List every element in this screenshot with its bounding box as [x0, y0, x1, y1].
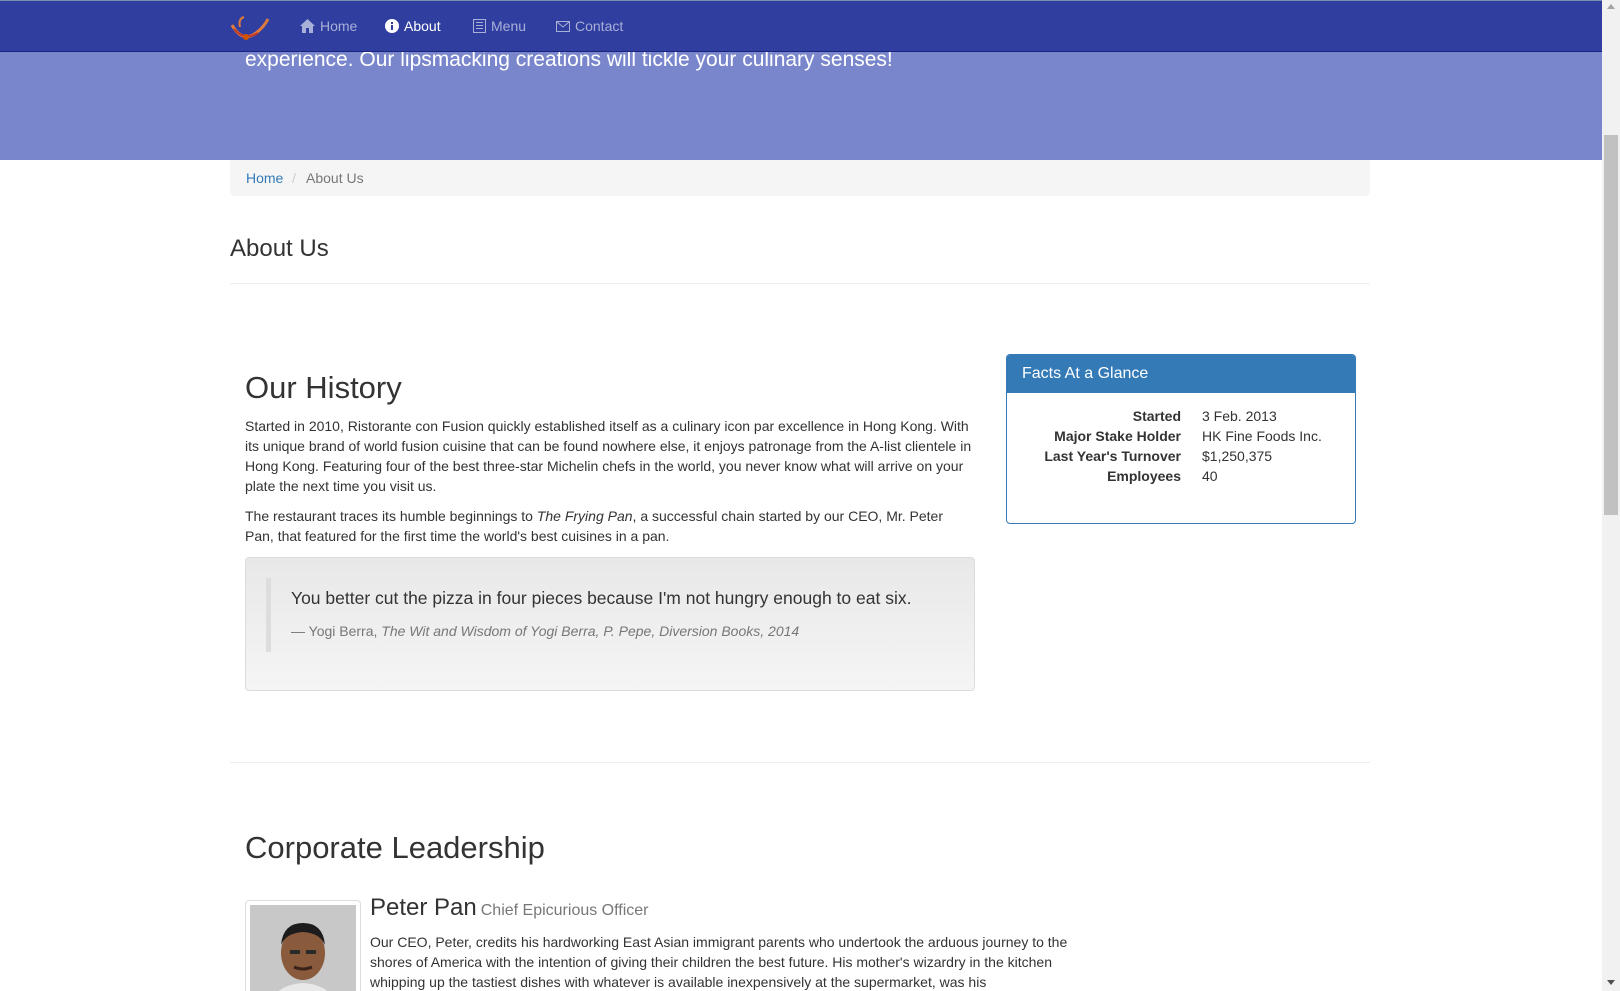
history-title: Our History — [245, 370, 402, 405]
scrollbar-thumb[interactable] — [1604, 135, 1618, 515]
divider — [230, 762, 1370, 763]
blockquote-footer: — Yogi Berra, The Wit and Wisdom of Yogi… — [291, 623, 799, 639]
nav-contact[interactable]: Contact — [556, 18, 623, 34]
fact-row: Major Stake Holder HK Fine Foods Inc. — [1007, 428, 1355, 448]
blockquote-border — [266, 578, 271, 652]
nav-home-label: Home — [320, 18, 358, 34]
nav-menu-label: Menu — [491, 18, 527, 34]
fact-term: Employees — [1107, 468, 1181, 484]
leader-role: Chief Epicurious Officer — [480, 902, 649, 919]
scroll-down-arrow-icon[interactable] — [1607, 980, 1615, 985]
info-icon — [385, 19, 399, 33]
leadership-title: Corporate Leadership — [245, 830, 545, 865]
fact-value: 40 — [1202, 468, 1218, 484]
scroll-up-arrow-icon[interactable] — [1607, 4, 1615, 9]
jumbotron: experience. Our lipsmacking creations wi… — [0, 48, 1602, 160]
brand-logo[interactable] — [228, 11, 272, 47]
page-title: About Us — [230, 235, 329, 262]
fact-value: $1,250,375 — [1202, 448, 1273, 464]
fact-value: 3 Feb. 2013 — [1202, 408, 1277, 424]
divider — [230, 283, 1370, 284]
nav-about[interactable]: About — [385, 18, 441, 34]
breadcrumb: Home / About Us — [230, 160, 1370, 196]
fact-value: HK Fine Foods Inc. — [1202, 428, 1322, 444]
home-icon — [300, 19, 315, 33]
history-paragraph-2: The restaurant traces its humble beginni… — [245, 506, 975, 546]
history-paragraph-1: Started in 2010, Ristorante con Fusion q… — [245, 418, 972, 494]
page: experience. Our lipsmacking creations wi… — [0, 0, 1602, 991]
breadcrumb-current: About Us — [306, 170, 364, 186]
fact-row: Started 3 Feb. 2013 — [1007, 408, 1355, 428]
blockquote-text: You better cut the pizza in four pieces … — [291, 588, 912, 608]
nav-about-label: About — [404, 18, 441, 34]
fact-row: Last Year's Turnover $1,250,375 — [1007, 448, 1355, 468]
fact-term: Major Stake Holder — [1054, 428, 1181, 444]
history-p2-start: The restaurant traces its humble beginni… — [245, 508, 537, 524]
facts-panel: Facts At a Glance Started 3 Feb. 2013 Ma… — [1006, 354, 1356, 524]
leader-heading: Peter Pan Chief Epicurious Officer — [370, 894, 649, 922]
vertical-scrollbar[interactable] — [1602, 0, 1620, 991]
fact-row: Employees 40 — [1007, 468, 1355, 488]
list-icon — [473, 19, 486, 33]
leader-photo — [245, 900, 361, 991]
history-p2-italic: The Frying Pan — [536, 508, 633, 524]
nav-home[interactable]: Home — [300, 18, 357, 34]
quote-author: — Yogi Berra, — [291, 623, 382, 639]
quote-well: You better cut the pizza in four pieces … — [245, 557, 975, 691]
leader-name: Peter Pan — [370, 894, 477, 921]
facts-list: Started 3 Feb. 2013 Major Stake Holder H… — [1007, 408, 1355, 488]
quote-source: The Wit and Wisdom of Yogi Berra, P. Pep… — [381, 623, 800, 639]
navbar: Home About Menu Contact — [0, 0, 1602, 52]
breadcrumb-home-link[interactable]: Home — [246, 170, 283, 186]
leader-photo-image — [250, 905, 356, 991]
facts-panel-heading: Facts At a Glance — [1007, 355, 1355, 393]
nav-contact-label: Contact — [575, 18, 624, 34]
breadcrumb-separator: / — [292, 170, 296, 186]
leader-bio: Our CEO, Peter, credits his hardworking … — [370, 934, 1068, 990]
fact-term: Last Year's Turnover — [1044, 448, 1181, 464]
nav-menu[interactable]: Menu — [473, 18, 526, 34]
envelope-icon — [556, 20, 570, 32]
fact-term: Started — [1132, 408, 1181, 424]
